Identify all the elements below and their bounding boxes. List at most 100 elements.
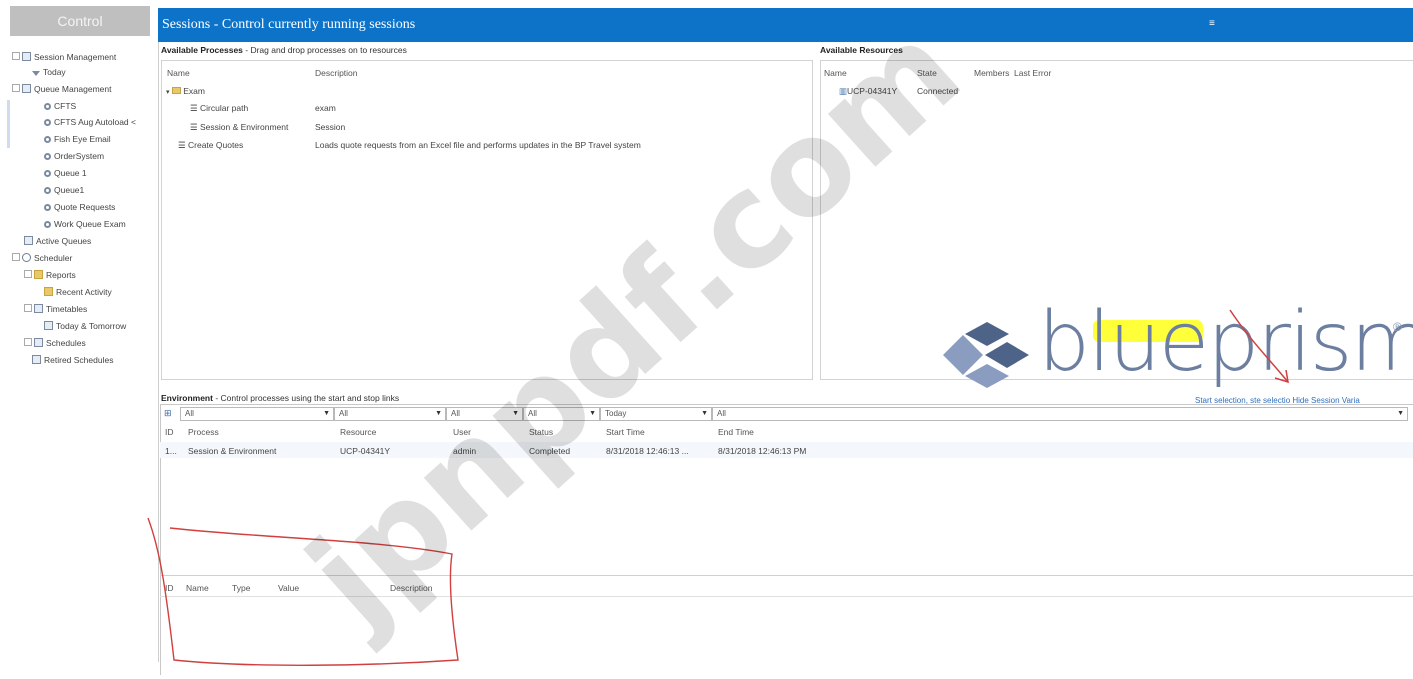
process-icon: ☰ — [178, 140, 186, 150]
process-description: Session — [315, 122, 346, 132]
nav-label: Quote Requests — [54, 202, 116, 212]
nav-label: OrderSystem — [54, 151, 105, 161]
grid-icon — [22, 84, 31, 93]
gear-icon — [44, 187, 51, 194]
grid-icon — [34, 338, 43, 347]
nav-item-recent-activity[interactable]: Recent Activity — [44, 286, 112, 298]
processes-heading: Available Processes — [161, 45, 243, 55]
filter-end-time[interactable]: All ▼ — [712, 407, 1408, 421]
dropdown-arrow-icon: ▼ — [701, 410, 708, 417]
nav-item-queue-1[interactable]: Queue 1 — [44, 167, 87, 179]
process-name: Circular path — [200, 103, 249, 113]
nav-item-today[interactable]: Today — [32, 66, 66, 78]
grid-icon — [44, 321, 53, 330]
nav-label: Work Queue Exam — [54, 219, 126, 229]
nav-item-fish-eye-email[interactable]: Fish Eye Email — [44, 133, 111, 145]
process-group-exam[interactable]: ▾ Exam — [166, 86, 205, 96]
nav-label: CFTS Aug Autoload < — [54, 117, 136, 127]
nav-item-today-tomorrow[interactable]: Today & Tomorrow — [44, 320, 126, 332]
process-description: Loads quote requests from an Excel file … — [315, 140, 641, 150]
nav-label: CFTS — [54, 101, 77, 111]
expander-icon[interactable] — [24, 338, 32, 346]
nav-label: Active Queues — [36, 236, 92, 246]
nav-item-retired-schedules[interactable]: Retired Schedules — [32, 354, 113, 366]
col-process[interactable]: Process — [188, 427, 219, 437]
grid-icon — [24, 236, 33, 245]
processes-hint: - Drag and drop processes on to resource… — [242, 45, 407, 55]
col-description[interactable]: Description — [315, 68, 358, 78]
nav-label: Queue Management — [34, 84, 112, 94]
filter-process[interactable]: All ▼ — [180, 407, 334, 421]
nav-item-scheduler[interactable]: Scheduler — [12, 252, 72, 264]
gear-icon — [44, 103, 51, 110]
title-bar: Sessions - Control currently running ses… — [158, 8, 1413, 42]
nav-label: Retired Schedules — [44, 355, 114, 365]
logo-diamond-left — [943, 335, 983, 375]
col-end-time[interactable]: End Time — [718, 427, 754, 437]
process-description: exam — [315, 103, 336, 113]
process-icon: ☰ — [190, 122, 198, 132]
logo-diamond-top — [965, 322, 1009, 346]
page-title: Sessions - Control currently running ses… — [162, 17, 416, 32]
process-circular-path[interactable]: ☰ Circular path — [190, 103, 248, 114]
collapse-icon[interactable]: ▾ — [166, 89, 170, 96]
process-create-quotes[interactable]: ☰ Create Quotes — [178, 140, 243, 151]
nav-label: Queue 1 — [54, 168, 87, 178]
hamburger-icon[interactable]: ≡ — [1209, 19, 1217, 29]
expander-icon[interactable] — [24, 304, 32, 312]
nav-label: Today & Tomorrow — [56, 321, 127, 331]
nav-label: Queue1 — [54, 185, 85, 195]
nav-item-cfts-aug[interactable]: CFTS Aug Autoload < — [44, 116, 136, 128]
blueprism-logo-icon — [943, 322, 1029, 388]
environment-heading: Environment — [161, 393, 213, 403]
nav-label: Scheduler — [34, 253, 73, 263]
nav-item-schedules[interactable]: Schedules — [24, 337, 86, 349]
filter-value: All — [185, 409, 194, 418]
gear-icon — [44, 204, 51, 211]
nav-item-session-management[interactable]: Session Management — [12, 51, 116, 63]
col-resource[interactable]: Resource — [340, 427, 376, 437]
nav-item-reports[interactable]: Reports — [24, 269, 76, 281]
nav-label: Today — [43, 67, 66, 77]
gear-icon — [44, 136, 51, 143]
annotation-arrow — [1229, 309, 1289, 384]
folder-icon — [44, 287, 53, 296]
nav-header: Control — [10, 6, 150, 36]
gear-icon — [44, 119, 51, 126]
nav-label: Schedules — [46, 338, 86, 348]
expander-icon[interactable] — [12, 84, 20, 92]
environment-header: Environment - Control processes using th… — [161, 393, 399, 403]
nav-item-queue-management[interactable]: Queue Management — [12, 83, 112, 95]
nav-item-work-queue-exam[interactable]: Work Queue Exam — [44, 218, 126, 230]
processes-header: Available Processes - Drag and drop proc… — [161, 45, 407, 55]
nav-label: Session Management — [34, 52, 117, 62]
dropdown-arrow-icon: ▼ — [323, 410, 330, 417]
nav-item-ordersystem[interactable]: OrderSystem — [44, 150, 104, 162]
grid-icon — [34, 304, 43, 313]
expander-icon[interactable] — [12, 52, 20, 60]
nav-item-quote-requests[interactable]: Quote Requests — [44, 201, 115, 213]
nav-item-queue1[interactable]: Queue1 — [44, 184, 84, 196]
grid-toggle-icon[interactable]: ⊞ — [164, 408, 172, 419]
col-members[interactable]: Members — [974, 68, 1009, 78]
gear-icon — [44, 170, 51, 177]
nav-label: Reports — [46, 270, 76, 280]
nav-label: Timetables — [46, 304, 88, 314]
cell-id: 1... — [165, 446, 177, 456]
process-session-environment[interactable]: ☰ Session & Environment — [190, 122, 288, 133]
nav-label: Recent Activity — [56, 287, 112, 297]
col-last-error[interactable]: Last Error — [1014, 68, 1051, 78]
expander-icon[interactable] — [12, 253, 20, 261]
dropdown-arrow-icon: ▼ — [1397, 410, 1404, 417]
expander-icon[interactable] — [24, 270, 32, 278]
nav-label: Fish Eye Email — [54, 134, 111, 144]
col-id[interactable]: ID — [165, 427, 174, 437]
nav-item-cfts[interactable]: CFTS — [44, 100, 76, 112]
process-name: Exam — [183, 86, 205, 96]
gear-icon — [44, 221, 51, 228]
nav-item-active-queues[interactable]: Active Queues — [24, 235, 91, 247]
environment-hint: - Control processes using the start and … — [212, 393, 400, 403]
nav-item-timetables[interactable]: Timetables — [24, 303, 87, 315]
col-name[interactable]: Name — [167, 68, 190, 78]
filter-value: All — [717, 409, 726, 418]
